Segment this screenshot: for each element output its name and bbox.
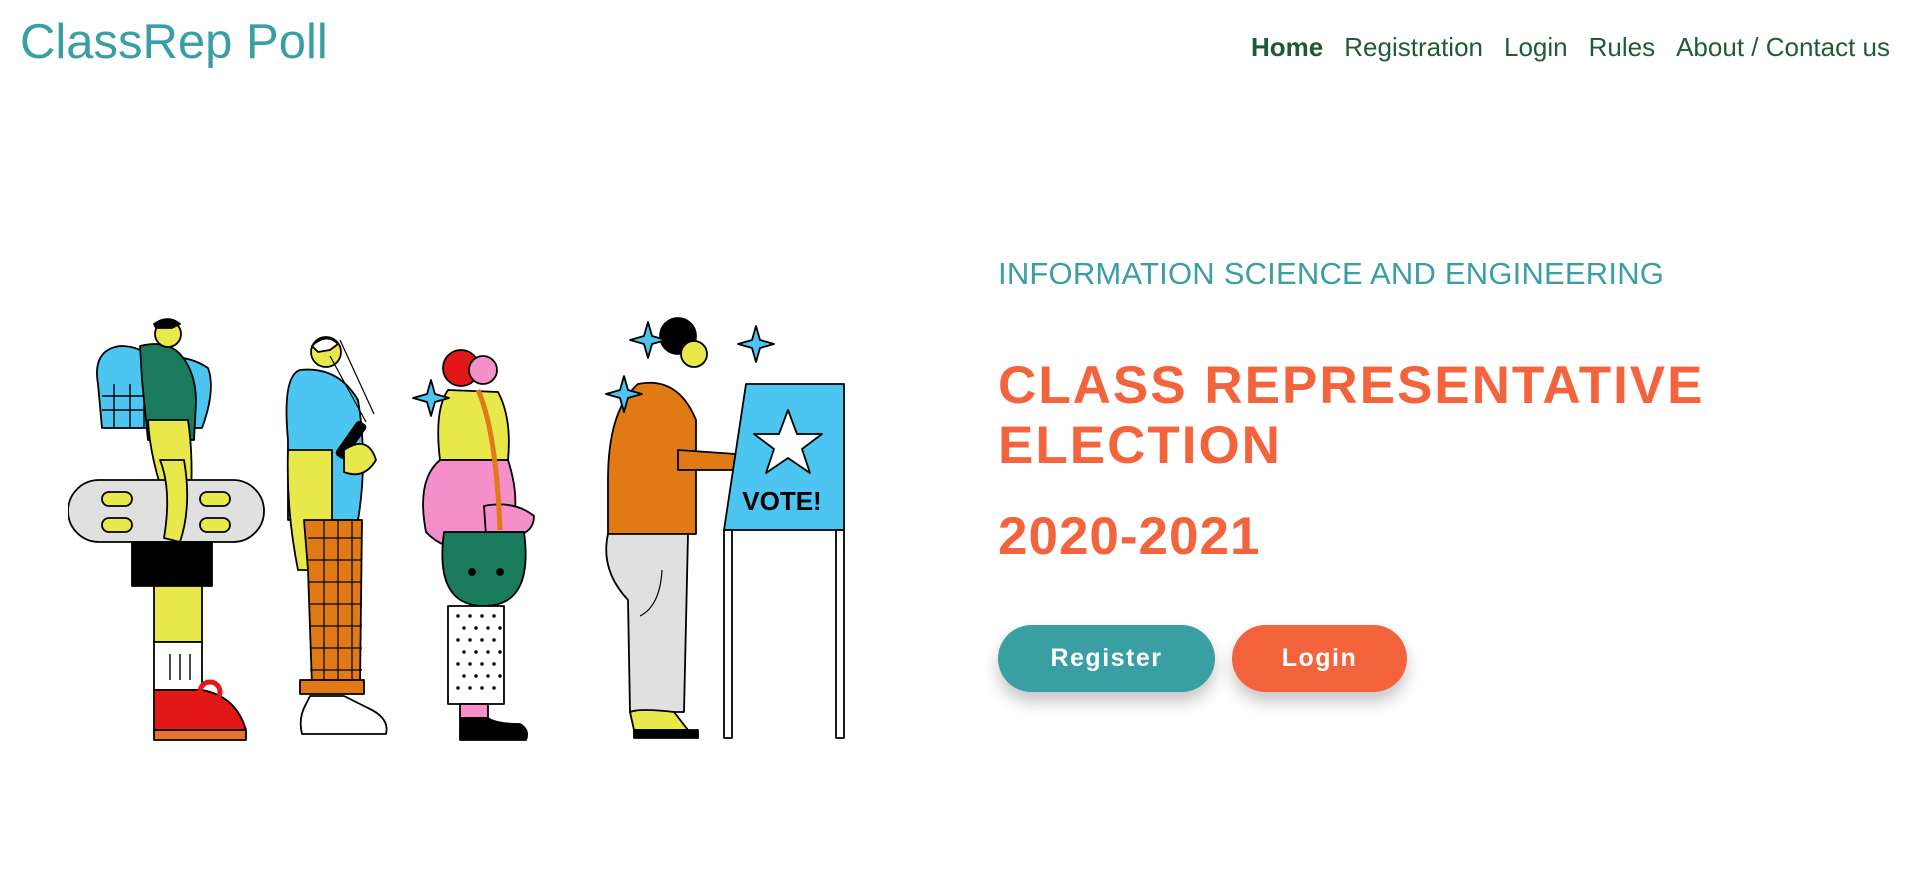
hero-actions: Register Login bbox=[998, 625, 1407, 692]
nav-about-contact[interactable]: About / Contact us bbox=[1676, 30, 1890, 64]
person-with-bag bbox=[422, 349, 535, 741]
department-heading: INFORMATION SCIENCE AND ENGINEERING bbox=[998, 256, 1665, 291]
nav-rules[interactable]: Rules bbox=[1589, 30, 1655, 64]
election-year: 2020-2021 bbox=[998, 507, 1261, 566]
person-with-phone bbox=[285, 336, 388, 735]
voting-booth: VOTE! bbox=[723, 383, 845, 739]
voting-queue-illustration: VOTE! bbox=[68, 317, 845, 741]
person-with-skateboard bbox=[68, 318, 265, 741]
nav-registration[interactable]: Registration bbox=[1344, 30, 1483, 64]
login-button[interactable]: Login bbox=[1232, 625, 1407, 692]
nav-home[interactable]: Home bbox=[1251, 30, 1323, 64]
booth-vote-label: VOTE! bbox=[742, 486, 821, 516]
register-button[interactable]: Register bbox=[998, 625, 1215, 692]
main-nav: Home Registration Login Rules About / Co… bbox=[1251, 30, 1890, 64]
site-logo[interactable]: ClassRep Poll bbox=[20, 14, 328, 70]
election-title: CLASS REPRESENTATIVE ELECTION bbox=[998, 356, 1705, 475]
nav-login[interactable]: Login bbox=[1504, 30, 1568, 64]
